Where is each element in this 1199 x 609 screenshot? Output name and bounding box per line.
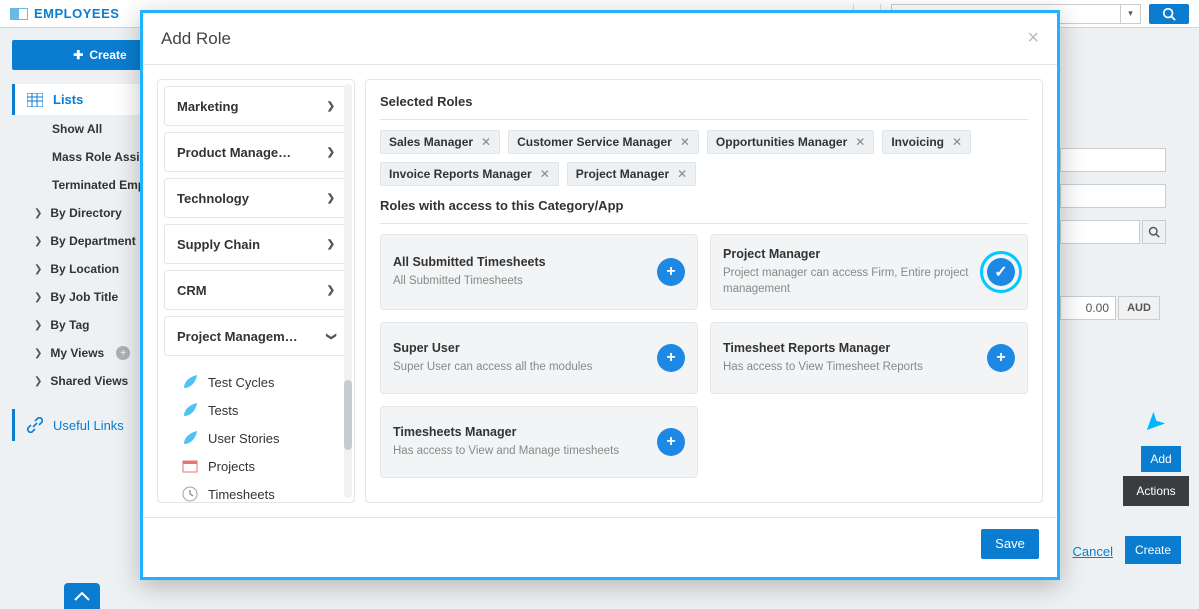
sub-item-label: Tests — [208, 403, 238, 418]
category-label: Technology — [177, 191, 249, 206]
sub-item-label: User Stories — [208, 431, 280, 446]
role-selected-button[interactable]: ✓ — [987, 258, 1015, 286]
access-roles-heading: Roles with access to this Category/App — [380, 198, 1028, 213]
sub-item-label: Timesheets — [208, 487, 275, 502]
scrollbar-thumb[interactable] — [344, 380, 352, 450]
chevron-right-icon: ❯ — [327, 193, 335, 204]
chip-label: Sales Manager — [389, 135, 473, 149]
chevron-right-icon: ❯ — [327, 101, 335, 112]
role-add-button[interactable]: + — [657, 428, 685, 456]
chip-label: Opportunities Manager — [716, 135, 847, 149]
sub-item-label: Test Cycles — [208, 375, 274, 390]
role-card: Timesheets Manager Has access to View and… — [380, 406, 698, 478]
category-sidebar: Marketing❯Product Manage…❯Technology❯Sup… — [157, 79, 355, 503]
add-role-modal: Add Role × Marketing❯Product Manage…❯Tec… — [140, 10, 1060, 580]
chevron-right-icon: ❯ — [327, 285, 335, 296]
chevron-right-icon: ❯ — [327, 147, 335, 158]
category-label: Marketing — [177, 99, 238, 114]
modal-footer: Save — [143, 517, 1057, 569]
category-item[interactable]: Marketing ❯ — [164, 86, 348, 126]
role-add-button[interactable]: + — [657, 344, 685, 372]
category-sub-item[interactable]: Tests — [182, 396, 340, 424]
remove-icon[interactable]: ✕ — [540, 167, 550, 181]
plus-icon: + — [666, 263, 675, 281]
role-desc: Has access to View Timesheet Reports — [723, 359, 977, 375]
role-card: Project Manager Project manager can acces… — [710, 234, 1028, 310]
category-label: Product Manage… — [177, 145, 291, 160]
chevron-down-icon: ❯ — [325, 332, 336, 340]
category-sub-item[interactable]: Test Cycles — [182, 368, 340, 396]
remove-icon[interactable]: ✕ — [680, 135, 690, 149]
modal-title: Add Role — [161, 29, 231, 49]
role-add-button[interactable]: + — [657, 258, 685, 286]
selected-role-chip: Invoice Reports Manager ✕ — [380, 162, 559, 186]
plus-icon: + — [666, 349, 675, 367]
role-title: Timesheets Manager — [393, 425, 647, 439]
plus-icon: + — [996, 349, 1005, 367]
leaf-icon — [182, 374, 198, 390]
role-title: All Submitted Timesheets — [393, 255, 647, 269]
clock-icon — [182, 486, 198, 502]
category-label: Project Managem… — [177, 329, 298, 344]
leaf-icon — [182, 430, 198, 446]
selected-role-chip: Sales Manager ✕ — [380, 130, 500, 154]
selected-role-chip: Customer Service Manager ✕ — [508, 130, 699, 154]
modal-header: Add Role × — [143, 13, 1057, 65]
role-desc: Super User can access all the modules — [393, 359, 647, 375]
role-card: Super User Super User can access all the … — [380, 322, 698, 394]
category-sub-item[interactable]: User Stories — [182, 424, 340, 452]
chevron-right-icon: ❯ — [327, 239, 335, 250]
selected-roles-heading: Selected Roles — [380, 94, 1028, 109]
remove-icon[interactable]: ✕ — [952, 135, 962, 149]
selected-role-chip: Invoicing ✕ — [882, 130, 971, 154]
category-item[interactable]: Project Managem… ❯ — [164, 316, 348, 356]
role-card: All Submitted Timesheets All Submitted Ti… — [380, 234, 698, 310]
role-card: Timesheet Reports Manager Has access to V… — [710, 322, 1028, 394]
proj-icon — [182, 458, 198, 474]
category-label: Supply Chain — [177, 237, 260, 252]
chip-label: Invoice Reports Manager — [389, 167, 532, 181]
role-title: Super User — [393, 341, 647, 355]
remove-icon[interactable]: ✕ — [677, 167, 687, 181]
category-item[interactable]: Supply Chain ❯ — [164, 224, 348, 264]
chip-label: Project Manager — [576, 167, 669, 181]
role-title: Project Manager — [723, 247, 977, 261]
role-desc: Has access to View and Manage timesheets — [393, 443, 647, 459]
remove-icon[interactable]: ✕ — [855, 135, 865, 149]
role-add-button[interactable]: + — [987, 344, 1015, 372]
role-desc: All Submitted Timesheets — [393, 273, 647, 289]
role-title: Timesheet Reports Manager — [723, 341, 977, 355]
close-icon[interactable]: × — [1027, 27, 1039, 50]
chip-label: Invoicing — [891, 135, 944, 149]
category-label: CRM — [177, 283, 207, 298]
remove-icon[interactable]: ✕ — [481, 135, 491, 149]
selected-role-chip: Opportunities Manager ✕ — [707, 130, 874, 154]
category-item[interactable]: Technology ❯ — [164, 178, 348, 218]
chip-label: Customer Service Manager — [517, 135, 672, 149]
check-icon: ✓ — [994, 262, 1007, 282]
save-button[interactable]: Save — [981, 529, 1039, 559]
plus-icon: + — [666, 433, 675, 451]
category-item[interactable]: Product Manage… ❯ — [164, 132, 348, 172]
modal-overlay: Add Role × Marketing❯Product Manage…❯Tec… — [0, 0, 1199, 609]
role-desc: Project manager can access Firm, Entire … — [723, 265, 977, 297]
roles-panel: Selected Roles Sales Manager✕Customer Se… — [365, 79, 1043, 503]
leaf-icon — [182, 402, 198, 418]
category-sub-item[interactable]: Projects — [182, 452, 340, 480]
selected-role-chip: Project Manager ✕ — [567, 162, 696, 186]
sub-item-label: Projects — [208, 459, 255, 474]
category-sub-item[interactable]: Timesheets — [182, 480, 340, 502]
category-item[interactable]: CRM ❯ — [164, 270, 348, 310]
